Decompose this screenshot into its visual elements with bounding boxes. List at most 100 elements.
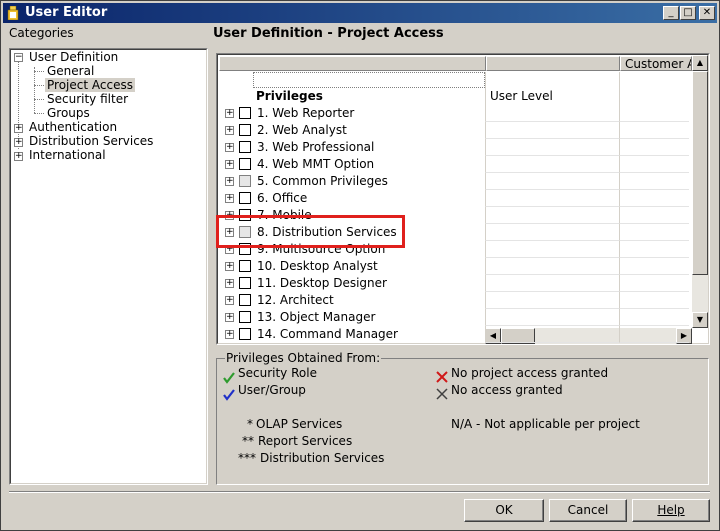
cancel-button[interactable]: Cancel — [549, 499, 627, 522]
customer-cell[interactable] — [619, 173, 689, 190]
privilege-checkbox[interactable] — [239, 107, 251, 119]
privilege-checkbox[interactable] — [239, 175, 251, 187]
customer-cell[interactable] — [619, 275, 689, 292]
privileges-grid[interactable]: Customer A ▲ Privileges User Level ▼ ◀ ▶… — [216, 53, 710, 345]
user-level-cell[interactable] — [485, 258, 619, 275]
close-button[interactable]: ✕ — [699, 6, 715, 20]
collapse-icon[interactable]: − — [14, 53, 23, 62]
grid-editing-cell[interactable] — [253, 72, 485, 88]
privilege-row[interactable]: +2. Web Analyst — [219, 122, 689, 139]
customer-cell[interactable] — [619, 139, 689, 156]
privilege-row[interactable]: +11. Desktop Designer — [219, 275, 689, 292]
tree-item-project-access[interactable]: Project Access — [45, 78, 135, 92]
title-bar[interactable]: User Editor _ □ ✕ — [3, 3, 717, 23]
privilege-checkbox[interactable] — [239, 277, 251, 289]
tree-connector — [34, 113, 44, 114]
customer-cell[interactable] — [619, 241, 689, 258]
privilege-checkbox[interactable] — [239, 260, 251, 272]
customer-cell[interactable] — [619, 207, 689, 224]
vertical-scrollbar-thumb[interactable] — [692, 71, 708, 275]
user-level-cell[interactable] — [485, 156, 619, 173]
user-level-cell[interactable] — [485, 173, 619, 190]
customer-cell[interactable] — [619, 156, 689, 173]
user-level-cell[interactable] — [485, 309, 619, 326]
privilege-row[interactable]: +10. Desktop Analyst — [219, 258, 689, 275]
privilege-checkbox[interactable] — [239, 124, 251, 136]
customer-cell[interactable] — [619, 309, 689, 326]
expand-icon[interactable]: + — [14, 124, 23, 133]
expand-icon[interactable]: + — [225, 313, 234, 322]
user-level-cell[interactable] — [485, 241, 619, 258]
privilege-label: 12. Architect — [257, 293, 334, 307]
privilege-row[interactable]: +5. Common Privileges — [219, 173, 689, 190]
privilege-checkbox[interactable] — [239, 311, 251, 323]
tree-item-user-definition[interactable]: User Definition — [29, 50, 118, 64]
tree-item-security-filter[interactable]: Security filter — [47, 92, 128, 106]
scroll-up-button[interactable]: ▲ — [692, 55, 708, 71]
privilege-row[interactable]: +13. Object Manager — [219, 309, 689, 326]
customer-cell[interactable] — [619, 105, 689, 122]
ok-button[interactable]: OK — [464, 499, 544, 522]
privilege-checkbox[interactable] — [239, 158, 251, 170]
privilege-row[interactable]: +12. Architect — [219, 292, 689, 309]
expand-icon[interactable]: + — [14, 152, 23, 161]
customer-cell[interactable] — [619, 326, 689, 343]
privilege-row[interactable]: +1. Web Reporter — [219, 105, 689, 122]
user-level-cell[interactable] — [485, 207, 619, 224]
column-header-privileges: Privileges — [256, 89, 323, 103]
privilege-checkbox[interactable] — [239, 294, 251, 306]
tree-item-groups[interactable]: Groups — [47, 106, 90, 120]
column-header-customer[interactable]: Customer A — [620, 56, 692, 71]
expand-icon[interactable]: + — [225, 262, 234, 271]
expand-icon[interactable]: + — [225, 177, 234, 186]
expand-icon[interactable]: + — [225, 296, 234, 305]
tree-item-distribution-services[interactable]: Distribution Services — [29, 134, 153, 148]
customer-cell[interactable] — [619, 292, 689, 309]
privilege-label: 2. Web Analyst — [257, 123, 347, 137]
tree-item-authentication[interactable]: Authentication — [29, 120, 117, 134]
privilege-checkbox[interactable] — [239, 328, 251, 340]
privilege-label: 1. Web Reporter — [257, 106, 355, 120]
categories-tree[interactable]: − User Definition General Project Access… — [9, 48, 208, 485]
expand-icon[interactable]: + — [225, 330, 234, 339]
privilege-row[interactable]: +4. Web MMT Option — [219, 156, 689, 173]
expand-icon[interactable]: + — [14, 138, 23, 147]
expand-icon[interactable]: + — [225, 194, 234, 203]
grid-header-blank — [219, 56, 486, 71]
privilege-row[interactable]: +3. Web Professional — [219, 139, 689, 156]
expand-icon[interactable]: + — [225, 143, 234, 152]
user-level-cell[interactable] — [485, 105, 619, 122]
user-level-cell[interactable] — [485, 139, 619, 156]
expand-icon[interactable]: + — [225, 109, 234, 118]
user-level-cell[interactable] — [485, 224, 619, 241]
user-level-cell[interactable] — [485, 122, 619, 139]
minimize-button[interactable]: _ — [663, 6, 679, 20]
customer-cell[interactable] — [619, 258, 689, 275]
expand-icon[interactable]: + — [225, 126, 234, 135]
privilege-row[interactable]: +14. Command Manager — [219, 326, 689, 343]
privilege-row[interactable]: +6. Office — [219, 190, 689, 207]
privilege-checkbox[interactable] — [239, 192, 251, 204]
privilege-checkbox[interactable] — [239, 141, 251, 153]
maximize-button[interactable]: □ — [680, 6, 696, 20]
user-editor-window: User Editor _ □ ✕ Categories − User Defi… — [0, 0, 720, 531]
customer-cell[interactable] — [619, 122, 689, 139]
user-level-cell[interactable] — [485, 326, 619, 343]
user-level-cell[interactable] — [485, 190, 619, 207]
panel-title: User Definition - Project Access — [213, 26, 444, 41]
help-button-label: Help — [657, 503, 685, 517]
help-button[interactable]: Help — [632, 499, 710, 522]
customer-cell[interactable] — [619, 190, 689, 207]
scroll-down-button[interactable]: ▼ — [692, 312, 708, 328]
grid-header-blank — [486, 56, 620, 71]
user-level-cell[interactable] — [485, 275, 619, 292]
tree-item-general[interactable]: General — [47, 64, 94, 78]
expand-icon[interactable]: + — [225, 279, 234, 288]
user-level-cell[interactable] — [485, 292, 619, 309]
categories-label: Categories — [9, 26, 74, 40]
expand-icon[interactable]: + — [225, 160, 234, 169]
customer-cell[interactable] — [619, 224, 689, 241]
tree-item-international[interactable]: International — [29, 148, 106, 162]
blue-check-mark — [223, 389, 235, 401]
privilege-label: 3. Web Professional — [257, 140, 375, 154]
